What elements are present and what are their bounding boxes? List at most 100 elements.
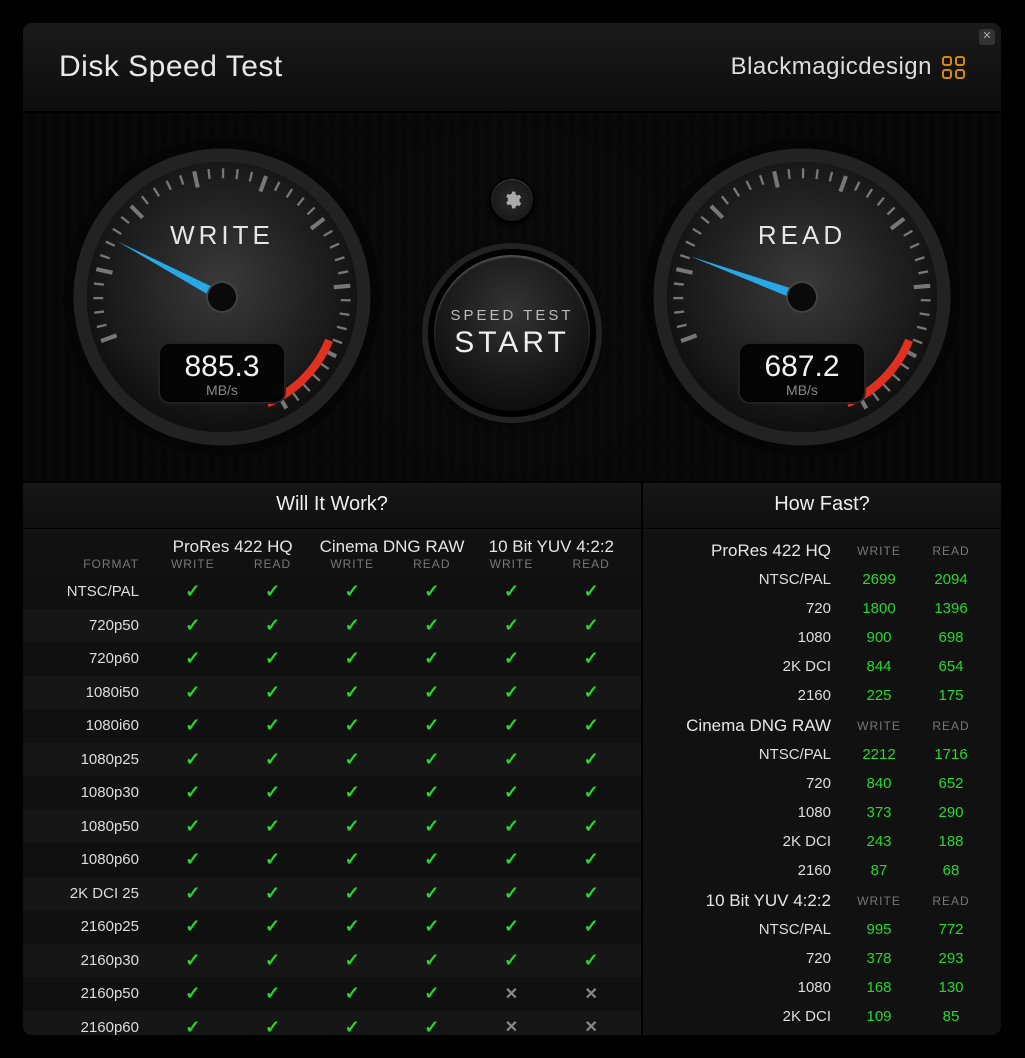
write-gauge-label: WRITE [57, 220, 387, 251]
check-icon: ✓ [345, 648, 360, 668]
hf-row: 2K DCI844654 [651, 652, 987, 681]
check-icon: ✓ [185, 715, 200, 735]
hf-write: 995 [843, 921, 915, 938]
check-icon: ✓ [185, 883, 200, 903]
hf-read: 293 [915, 950, 987, 967]
check-icon: ✓ [504, 648, 519, 668]
hf-label: NTSC/PAL [651, 571, 843, 588]
check-icon: ✓ [584, 782, 599, 802]
table-row: 1080p50✓✓✓✓✓✓ [23, 810, 641, 844]
check-icon: ✓ [185, 849, 200, 869]
will-it-work-panel: Will It Work? ProRes 422 HQ Cinema DNG R… [23, 483, 643, 1035]
start-line2: START [454, 326, 570, 360]
check-icon: ✓ [185, 615, 200, 635]
table-row: 2160p25✓✓✓✓✓✓ [23, 910, 641, 944]
write-value: 885.3 [160, 350, 284, 384]
check-icon: ✓ [185, 749, 200, 769]
hf-write: 840 [843, 775, 915, 792]
check-icon: ✓ [185, 816, 200, 836]
check-icon: ✓ [424, 648, 439, 668]
hf-read: 772 [915, 921, 987, 938]
hf-label: 1080 [651, 629, 843, 646]
check-icon: ✓ [185, 1017, 200, 1035]
table-row: 1080p30✓✓✓✓✓✓ [23, 776, 641, 810]
x-icon: ✕ [505, 986, 518, 1003]
hf-read: 652 [915, 775, 987, 792]
hf-label: 720 [651, 950, 843, 967]
check-icon: ✓ [504, 782, 519, 802]
hf-label: 720 [651, 775, 843, 792]
hf-group-header: Cinema DNG RAWWRITEREAD [651, 710, 987, 740]
hf-label: NTSC/PAL [651, 921, 843, 938]
check-icon: ✓ [345, 1017, 360, 1035]
check-icon: ✓ [424, 581, 439, 601]
check-icon: ✓ [265, 950, 280, 970]
format-label: 1080p25 [23, 751, 153, 768]
start-button[interactable]: SPEED TEST START [428, 249, 596, 417]
table-row: 2K DCI 25✓✓✓✓✓✓ [23, 877, 641, 911]
format-label: NTSC/PAL [23, 583, 153, 600]
check-icon: ✓ [584, 648, 599, 668]
hf-read: 290 [915, 804, 987, 821]
hf-row: 72018001396 [651, 594, 987, 623]
hf-write: 2212 [843, 746, 915, 763]
check-icon: ✓ [345, 581, 360, 601]
read-gauge-label: READ [637, 220, 967, 251]
check-icon: ✓ [504, 581, 519, 601]
hf-read: 654 [915, 658, 987, 675]
hf-row: 21608768 [651, 856, 987, 885]
hf-write: 109 [843, 1008, 915, 1025]
check-icon: ✓ [345, 883, 360, 903]
close-button[interactable]: ✕ [979, 29, 995, 45]
read-value: 687.2 [740, 350, 864, 384]
hf-read: 1716 [915, 746, 987, 763]
format-label: 720p50 [23, 617, 153, 634]
read-unit: MB/s [740, 382, 864, 398]
check-icon: ✓ [265, 883, 280, 903]
table-row: 2160p30✓✓✓✓✓✓ [23, 944, 641, 978]
how-fast-panel: How Fast? ProRes 422 HQWRITEREADNTSC/PAL… [643, 483, 1001, 1035]
check-icon: ✓ [584, 581, 599, 601]
check-icon: ✓ [185, 916, 200, 936]
hf-row: 2K DCI10985 [651, 1002, 987, 1031]
check-icon: ✓ [424, 916, 439, 936]
hf-read: 85 [915, 1008, 987, 1025]
hf-read: 68 [915, 862, 987, 879]
header: Disk Speed Test Blackmagicdesign [23, 23, 1001, 113]
wiw-group-3: 10 Bit YUV 4:2:2 [472, 537, 631, 557]
check-icon: ✓ [504, 849, 519, 869]
check-icon: ✓ [345, 615, 360, 635]
hf-row: 2K DCI243188 [651, 827, 987, 856]
settings-button[interactable] [489, 177, 535, 223]
hf-row: 720378293 [651, 944, 987, 973]
hf-row: 1080168130 [651, 973, 987, 1002]
hf-label: 2K DCI [651, 833, 843, 850]
wiw-body: NTSC/PAL✓✓✓✓✓✓720p50✓✓✓✓✓✓720p60✓✓✓✓✓✓10… [23, 575, 641, 1035]
write-gauge: WRITE 885.3 MB/s [57, 132, 387, 462]
check-icon: ✓ [504, 916, 519, 936]
hf-write: 378 [843, 950, 915, 967]
check-icon: ✓ [345, 916, 360, 936]
check-icon: ✓ [265, 782, 280, 802]
hf-group-name: 10 Bit YUV 4:2:2 [651, 891, 843, 911]
check-icon: ✓ [265, 1017, 280, 1035]
hf-write: 373 [843, 804, 915, 821]
check-icon: ✓ [424, 749, 439, 769]
hf-write: 225 [843, 687, 915, 704]
check-icon: ✓ [265, 682, 280, 702]
check-icon: ✓ [424, 715, 439, 735]
table-row: NTSC/PAL✓✓✓✓✓✓ [23, 575, 641, 609]
check-icon: ✓ [265, 581, 280, 601]
hf-row: NTSC/PAL26992094 [651, 565, 987, 594]
hf-write: 900 [843, 629, 915, 646]
check-icon: ✓ [584, 615, 599, 635]
check-icon: ✓ [584, 916, 599, 936]
check-icon: ✓ [424, 615, 439, 635]
check-icon: ✓ [504, 950, 519, 970]
wiw-group-2: Cinema DNG RAW [312, 537, 471, 557]
check-icon: ✓ [185, 950, 200, 970]
hf-row: NTSC/PAL995772 [651, 915, 987, 944]
check-icon: ✓ [424, 849, 439, 869]
x-icon: ✕ [505, 1019, 518, 1035]
check-icon: ✓ [185, 782, 200, 802]
